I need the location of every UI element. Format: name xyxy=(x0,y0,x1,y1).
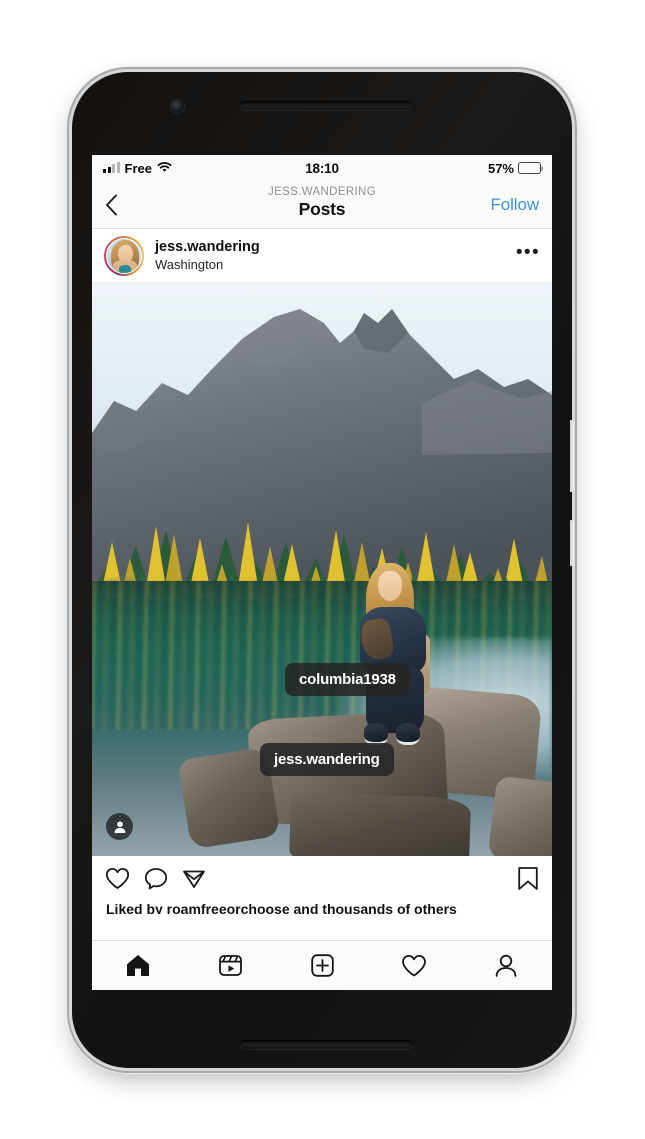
page-title: Posts xyxy=(298,199,346,219)
tab-profile[interactable] xyxy=(460,941,552,990)
front-camera-icon xyxy=(171,100,184,113)
bookmark-icon xyxy=(518,866,538,890)
battery-icon xyxy=(518,162,544,174)
photo-rock xyxy=(288,791,472,856)
bottom-tab-bar xyxy=(92,940,552,990)
person-icon xyxy=(495,954,517,977)
avatar-top xyxy=(119,264,131,273)
tab-create[interactable] xyxy=(276,941,368,990)
status-bar: Free 18:10 57% xyxy=(92,155,552,181)
share-button[interactable] xyxy=(182,867,206,890)
post-header: jess.wandering Washington ••• xyxy=(92,229,552,283)
signal-bars-icon xyxy=(103,162,120,173)
volume-button[interactable] xyxy=(570,520,574,566)
earpiece-speaker xyxy=(240,101,412,110)
tab-home[interactable] xyxy=(92,941,184,990)
power-button[interactable] xyxy=(570,420,574,492)
follow-button[interactable]: Follow xyxy=(490,195,539,215)
back-button[interactable] xyxy=(105,190,131,220)
tab-reels[interactable] xyxy=(184,941,276,990)
more-options-icon[interactable]: ••• xyxy=(516,243,540,264)
battery-cap xyxy=(541,166,544,171)
heart-icon xyxy=(402,954,426,976)
nav-title-group: JESS.WANDERING Posts xyxy=(92,185,552,220)
like-button[interactable] xyxy=(105,867,130,890)
phone-screen: Free 18:10 57% JESS.WANDERING Posts Foll… xyxy=(92,155,552,990)
paper-plane-icon xyxy=(183,870,205,888)
carrier-label: Free xyxy=(124,160,152,176)
post-action-icons xyxy=(105,867,206,890)
avatar-story-ring[interactable] xyxy=(104,235,144,276)
photo-tag-pill[interactable]: jess.wandering xyxy=(260,743,394,776)
photo-tag-pill[interactable]: columbia1938 xyxy=(285,663,410,696)
likes-summary[interactable]: Liked by roamfreeorchoose and thousands … xyxy=(92,900,552,914)
navigation-bar: JESS.WANDERING Posts Follow xyxy=(92,181,552,229)
battery-percent-label: 57% xyxy=(487,160,514,176)
status-bar-left: Free xyxy=(103,161,305,176)
photo-rock xyxy=(487,775,552,856)
post-meta: jess.wandering Washington xyxy=(155,238,260,273)
comment-bubble-icon xyxy=(144,867,168,889)
wifi-icon xyxy=(157,161,172,176)
tab-activity[interactable] xyxy=(368,941,460,990)
save-button[interactable] xyxy=(517,866,539,891)
post-location[interactable]: Washington xyxy=(155,256,260,273)
avatar xyxy=(106,237,142,274)
chevron-left-icon xyxy=(106,194,117,215)
post-action-bar xyxy=(92,856,552,900)
status-bar-right: 57% xyxy=(339,160,544,176)
subject-face xyxy=(378,571,402,601)
subject-shoe xyxy=(396,723,420,745)
post-photo[interactable]: columbia1938 jess.wandering xyxy=(92,283,552,856)
post-username[interactable]: jess.wandering xyxy=(155,238,260,256)
heart-icon xyxy=(105,867,130,889)
home-icon xyxy=(127,955,149,976)
plus-square-icon xyxy=(310,954,334,977)
subject-shoe xyxy=(364,723,388,745)
bottom-speaker-grille xyxy=(240,1040,412,1049)
status-bar-clock: 18:10 xyxy=(305,160,339,176)
person-tag-icon[interactable] xyxy=(106,813,133,840)
comment-button[interactable] xyxy=(144,867,168,890)
reels-icon xyxy=(218,955,242,976)
nav-subtitle: JESS.WANDERING xyxy=(268,186,376,198)
